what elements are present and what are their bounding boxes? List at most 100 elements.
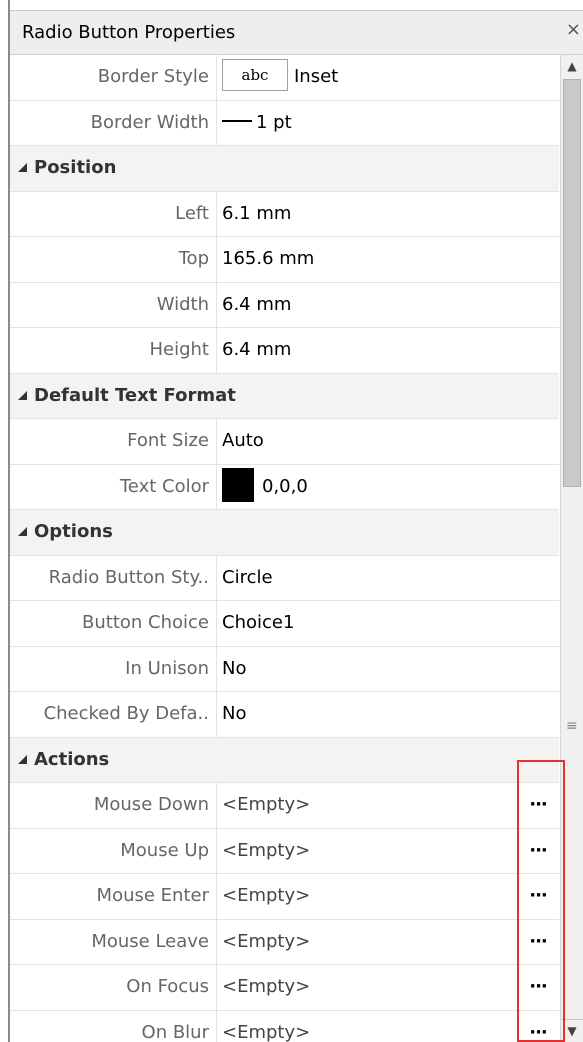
property-row-top[interactable]: Top 165.6 mm [10,237,559,283]
property-name: Font Size [127,430,209,451]
property-row-font-size[interactable]: Font Size Auto [10,419,559,465]
property-value[interactable]: 0,0,0 [222,465,308,510]
property-value[interactable]: 6.4 mm [222,328,291,373]
property-row-border-style[interactable]: Border Style abc Inset [10,55,559,101]
text-color-value: 0,0,0 [262,475,308,497]
ellipsis-button[interactable]: ··· [523,965,553,1010]
property-row-border-width[interactable]: Border Width 1 pt [10,100,559,146]
collapse-triangle-icon[interactable] [18,527,27,536]
property-name: Button Choice [82,612,209,633]
ellipsis-button[interactable]: ··· [523,783,553,828]
property-value[interactable]: Circle [222,556,273,601]
category-actions[interactable]: Actions [10,737,559,783]
category-label: Position [34,157,117,178]
property-row-left[interactable]: Left 6.1 mm [10,191,559,237]
column-divider [216,919,217,964]
category-label: Actions [34,748,110,770]
collapse-triangle-icon[interactable] [18,390,27,400]
property-row-text-color[interactable]: Text Color 0,0,0 [10,464,559,510]
scroll-thumb[interactable] [563,79,581,487]
property-value[interactable]: 165.6 mm [222,237,314,282]
property-row-on-blur[interactable]: On Blur <Empty> ··· [10,1010,559,1042]
property-row-mouse-up[interactable]: Mouse Up <Empty> ··· [10,828,559,874]
property-name: Radio Button Sty.. [48,566,209,588]
category-options[interactable]: Options [10,510,559,556]
column-divider [216,692,217,737]
category-position[interactable]: Position [10,146,559,192]
properties-panel: Radio Button Properties × Border Style a… [0,0,583,1042]
ellipsis-button[interactable]: ··· [523,829,553,874]
collapse-triangle-icon[interactable] [18,754,27,764]
property-value[interactable]: <Empty> [222,1011,310,1042]
line-width-icon [222,119,252,122]
property-row-on-focus[interactable]: On Focus <Empty> ··· [10,965,559,1011]
collapse-triangle-icon[interactable] [18,163,27,172]
property-row-in-unison[interactable]: In Unison No [10,646,559,692]
property-row-radio-button-style[interactable]: Radio Button Sty.. Circle [10,555,559,601]
ellipsis-button[interactable]: ··· [523,874,553,919]
property-value[interactable]: No [222,692,246,737]
close-icon[interactable]: × [566,19,581,41]
category-label: Default Text Format [34,384,236,406]
property-name: Mouse Leave [91,930,209,952]
column-divider [216,965,217,1010]
property-value[interactable]: <Empty> [222,965,310,1010]
property-value[interactable]: No [222,647,246,692]
property-value[interactable]: 6.1 mm [222,192,291,237]
property-value[interactable]: <Empty> [222,874,310,919]
property-value[interactable]: <Empty> [222,783,310,828]
category-default-text-format[interactable]: Default Text Format [10,373,559,419]
column-divider [216,419,217,464]
column-divider [216,555,217,600]
property-row-mouse-down[interactable]: Mouse Down <Empty> ··· [10,783,559,829]
column-divider [216,874,217,919]
border-width-value: 1 pt [256,111,292,133]
scroll-up-icon[interactable]: ▲ [561,55,583,77]
property-name: Checked By Defa.. [43,703,209,724]
scroll-grip-icon: ≡ [566,718,578,734]
ellipsis-button[interactable]: ··· [523,920,553,965]
column-divider [216,601,217,646]
property-value[interactable]: abc Inset [222,55,338,100]
property-row-width[interactable]: Width 6.4 mm [10,282,559,328]
column-divider [216,191,217,236]
property-row-checked-by-default[interactable]: Checked By Defa.. No [10,692,559,738]
property-name: Width [156,293,209,315]
column-divider [216,828,217,873]
property-value[interactable]: 1 pt [222,101,292,146]
property-name: Border Style [97,66,209,87]
scroll-down-icon[interactable]: ▼ [561,1019,583,1042]
column-divider [216,55,217,100]
column-divider [216,783,217,828]
border-style-value: Inset [294,66,339,87]
property-name: Height [149,339,209,360]
property-name: Left [175,202,209,224]
column-divider [216,464,217,509]
column-divider [216,282,217,327]
property-name: Mouse Enter [96,885,209,906]
border-style-swatch: abc [222,59,288,91]
ellipsis-button[interactable]: ··· [523,1011,553,1042]
category-label: Options [34,521,113,542]
property-value[interactable]: 6.4 mm [222,283,291,328]
property-row-height[interactable]: Height 6.4 mm [10,328,559,374]
property-row-mouse-enter[interactable]: Mouse Enter <Empty> ··· [10,874,559,920]
property-name: Top [178,248,209,269]
property-value[interactable]: <Empty> [222,829,310,874]
panel-title: Radio Button Properties [22,22,236,43]
column-divider [216,1010,217,1042]
property-grid: Border Style abc Inset Border Width 1 pt … [10,55,559,1042]
property-row-mouse-leave[interactable]: Mouse Leave <Empty> ··· [10,919,559,965]
property-value[interactable]: Choice1 [222,601,294,646]
vertical-scrollbar[interactable]: ▲ ≡ ▼ [560,55,583,1042]
property-name: Border Width [90,111,209,133]
property-row-button-choice[interactable]: Button Choice Choice1 [10,601,559,647]
color-swatch[interactable] [222,467,254,502]
column-divider [216,646,217,691]
property-name: In Unison [125,657,209,679]
property-name: On Blur [141,1021,209,1042]
property-value[interactable]: <Empty> [222,920,310,965]
panel-titlebar: Radio Button Properties × [10,10,583,55]
property-name: Mouse Down [93,794,209,815]
property-value[interactable]: Auto [222,419,264,464]
